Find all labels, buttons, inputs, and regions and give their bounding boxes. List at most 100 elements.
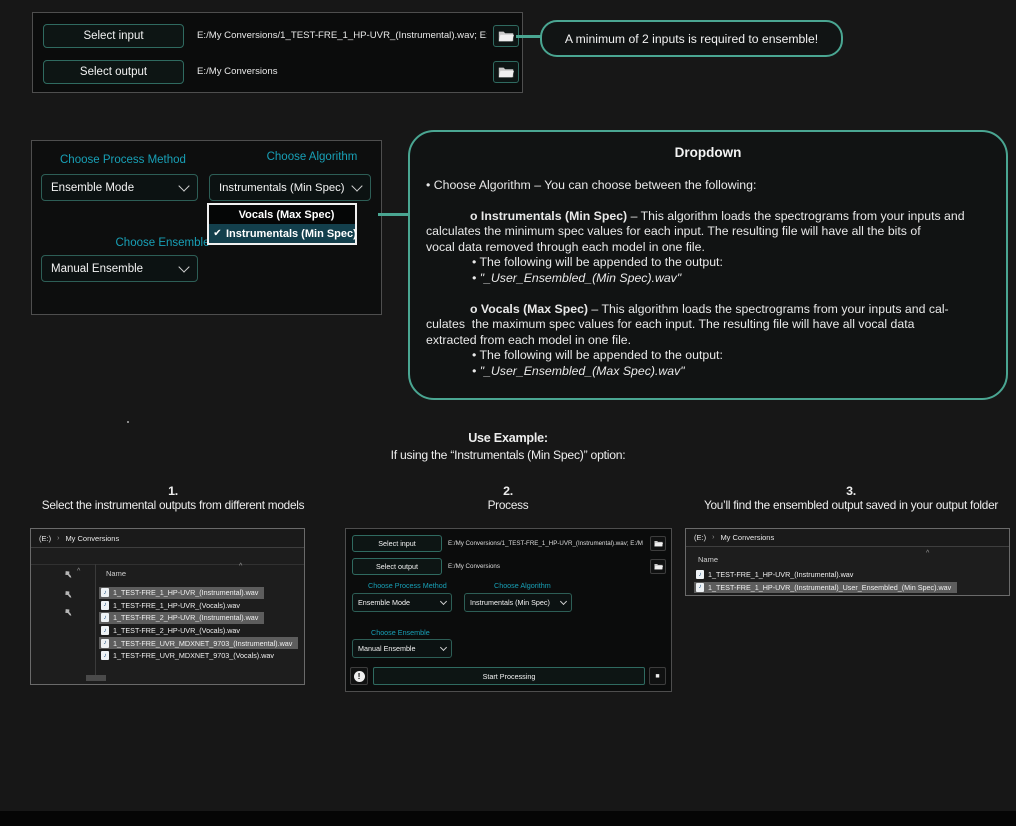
page-background: Select input E:/My Conversions/1_TEST-FR… xyxy=(0,0,1016,826)
audio-file-icon: ♪ xyxy=(696,583,704,592)
step-caption: Process xyxy=(408,498,608,512)
menu-item-label: Instrumentals (Min Spec) xyxy=(226,228,365,240)
file-name: 1_TEST-FRE_1_HP-UVR_(Instrumental).wav xyxy=(113,588,258,597)
audio-file-icon: ♪ xyxy=(101,651,109,660)
info-paragraph: o Instrumentals (Min Spec) – This algori… xyxy=(426,209,998,256)
select-output-button[interactable]: Select output xyxy=(43,60,184,84)
audio-file-icon: ♪ xyxy=(696,570,704,579)
step-caption: Select the instrumental outputs from dif… xyxy=(8,498,338,512)
file-name: 1_TEST-FRE_1_HP-UVR_(Vocals).wav xyxy=(113,601,240,610)
file-name: 1_TEST-FRE_UVR_MDXNET_9703_(Vocals).wav xyxy=(113,651,274,660)
file-name: 1_TEST-FRE_1_HP-UVR_(Instrumental).wav xyxy=(708,570,853,579)
breadcrumb-chevron-icon: › xyxy=(712,534,714,541)
stray-dot xyxy=(127,421,129,423)
file-row[interactable]: ♪ 1_TEST-FRE_2_HP-UVR_(Vocals).wav xyxy=(99,625,246,637)
process-method-value: Ensemble Mode xyxy=(358,598,410,607)
algorithm-name: o Vocals (Max Spec) xyxy=(470,302,588,316)
use-example-block: Use Example: If using the “Instrumentals… xyxy=(0,431,1016,462)
breadcrumb-folder[interactable]: My Conversions xyxy=(65,534,119,543)
breadcrumb[interactable]: (E:) › My Conversions xyxy=(686,529,1009,547)
info-button[interactable]: ! xyxy=(350,667,368,685)
step3-file-browser: (E:) › My Conversions Name ^ ♪ 1_TEST-FR… xyxy=(685,528,1010,596)
pin-icon xyxy=(65,608,72,617)
process-method-label: Choose Process Method xyxy=(60,154,186,166)
file-name: 1_TEST-FRE_2_HP-UVR_(Instrumental).wav xyxy=(113,613,258,622)
breadcrumb-drive[interactable]: (E:) xyxy=(694,533,706,542)
browse-input-button[interactable] xyxy=(650,536,666,551)
output-path-value: E:/My Conversions xyxy=(448,558,646,575)
input-path-value: E:/My Conversions/1_TEST-FRE_1_HP-UVR_(I… xyxy=(197,24,487,48)
name-column-header[interactable]: Name xyxy=(698,555,718,564)
info-bullet-filename: • "_User_Ensembled_(Max Spec).wav" xyxy=(426,364,998,380)
file-row[interactable]: ♪ 1_TEST-FRE_1_HP-UVR_(Instrumental)_Use… xyxy=(694,582,957,594)
select-output-button[interactable]: Select output xyxy=(352,558,442,575)
step-1-heading: 1. Select the instrumental outputs from … xyxy=(8,484,338,512)
connector-line xyxy=(516,35,542,38)
file-row[interactable]: ♪ 1_TEST-FRE_UVR_MDXNET_9703_(Vocals).wa… xyxy=(99,650,280,662)
algorithm-value: Instrumentals (Min Spec) xyxy=(219,182,345,194)
pane-divider xyxy=(95,564,96,676)
breadcrumb-folder[interactable]: My Conversions xyxy=(720,533,774,542)
menu-item[interactable]: Vocals (Max Spec) xyxy=(209,205,355,224)
chevron-down-icon xyxy=(178,261,189,272)
scrollbar-thumb[interactable] xyxy=(86,675,106,681)
process-method-value: Ensemble Mode xyxy=(51,182,134,194)
algorithm-dropdown[interactable]: Instrumentals (Min Spec) xyxy=(209,174,371,201)
use-example-title: Use Example: xyxy=(0,431,1016,445)
file-row[interactable]: ♪ 1_TEST-FRE_1_HP-UVR_(Instrumental).wav xyxy=(694,569,859,581)
input-path-value: E:/My Conversions/1_TEST-FRE_1_HP-UVR_(I… xyxy=(448,535,646,552)
info-box-title: Dropdown xyxy=(410,145,1006,160)
algorithm-name: o Instrumentals (Min Spec) xyxy=(470,209,627,223)
menu-item[interactable]: ✔ Instrumentals (Min Spec) xyxy=(209,224,355,243)
breadcrumb[interactable]: (E:) › My Conversions xyxy=(31,529,304,548)
browse-output-button[interactable] xyxy=(650,559,666,574)
breadcrumb-chevron-icon: › xyxy=(57,535,59,542)
info-bullet: • The following will be appended to the … xyxy=(426,255,998,271)
folder-open-icon xyxy=(654,540,663,547)
options-panel: Choose Process Method Choose Algorithm E… xyxy=(31,140,382,315)
file-name: 1_TEST-FRE_UVR_MDXNET_9703_(Instrumental… xyxy=(113,639,292,648)
chevron-down-icon xyxy=(351,180,362,191)
info-paragraph: o Vocals (Max Spec) – This algorithm loa… xyxy=(426,302,998,349)
ensemble-value: Manual Ensemble xyxy=(51,263,143,275)
output-path-value: E:/My Conversions xyxy=(197,60,487,84)
connector-line xyxy=(378,213,410,216)
toolbar-band xyxy=(31,548,304,565)
info-bullet: • The following will be appended to the … xyxy=(426,348,998,364)
select-input-button[interactable]: Select input xyxy=(43,24,184,48)
file-row[interactable]: ♪ 1_TEST-FRE_1_HP-UVR_(Instrumental).wav xyxy=(99,587,264,599)
info-icon: ! xyxy=(354,671,365,682)
process-method-dropdown[interactable]: Ensemble Mode xyxy=(41,174,198,201)
info-bullet-filename: • "_User_Ensembled_(Min Spec).wav" xyxy=(426,271,998,287)
folder-open-icon xyxy=(498,66,514,78)
menu-item-label: Vocals (Max Spec) xyxy=(226,209,355,221)
file-row[interactable]: ♪ 1_TEST-FRE_2_HP-UVR_(Instrumental).wav xyxy=(99,612,264,624)
check-icon: ✔ xyxy=(209,228,226,239)
sort-caret-icon: ^ xyxy=(77,568,80,575)
chevron-down-icon xyxy=(560,598,567,605)
file-row[interactable]: ♪ 1_TEST-FRE_UVR_MDXNET_9703_(Instrument… xyxy=(99,637,298,649)
select-input-button[interactable]: Select input xyxy=(352,535,442,552)
browse-output-button[interactable] xyxy=(493,61,519,83)
ensemble-dropdown[interactable]: Manual Ensemble xyxy=(41,255,198,282)
stop-button[interactable]: ■ xyxy=(649,667,666,685)
breadcrumb-drive[interactable]: (E:) xyxy=(39,534,51,543)
step-3-heading: 3. You’ll find the ensembled output save… xyxy=(688,484,1014,512)
ensemble-dropdown[interactable]: Manual Ensemble xyxy=(352,639,452,658)
file-list: ♪ 1_TEST-FRE_1_HP-UVR_(Instrumental).wav… xyxy=(99,587,298,663)
start-processing-button[interactable]: Start Processing xyxy=(373,667,645,685)
stop-icon: ■ xyxy=(655,673,659,680)
ensemble-value: Manual Ensemble xyxy=(358,644,416,653)
file-name: 1_TEST-FRE_2_HP-UVR_(Vocals).wav xyxy=(113,626,240,635)
ensemble-label: Choose Ensemble xyxy=(371,628,430,637)
chevron-down-icon xyxy=(178,180,189,191)
pin-icon xyxy=(65,590,72,599)
algorithm-dropdown[interactable]: Instrumentals (Min Spec) xyxy=(464,593,572,612)
step-number: 1. xyxy=(8,484,338,498)
file-row[interactable]: ♪ 1_TEST-FRE_1_HP-UVR_(Vocals).wav xyxy=(99,600,246,612)
process-method-dropdown[interactable]: Ensemble Mode xyxy=(352,593,452,612)
step-number: 3. xyxy=(688,484,1014,498)
name-column-header[interactable]: Name xyxy=(106,569,126,578)
info-box-body: • Choose Algorithm – You can choose betw… xyxy=(426,178,998,380)
process-method-label: Choose Process Method xyxy=(368,581,447,590)
